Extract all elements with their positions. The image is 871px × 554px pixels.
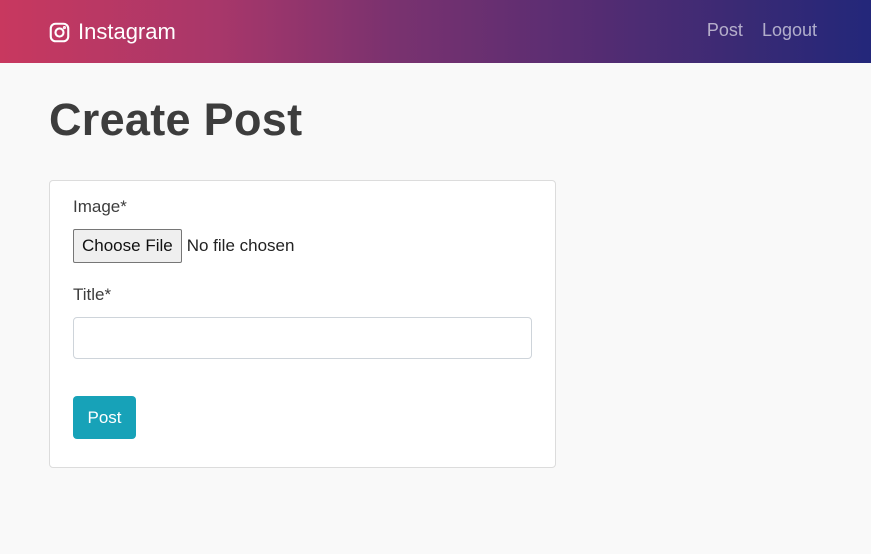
instagram-icon <box>49 22 70 43</box>
file-picker: Choose File No file chosen <box>73 229 294 263</box>
page-title: Create Post <box>49 94 303 145</box>
nav-link-post[interactable]: Post <box>707 20 743 41</box>
navbar: Instagram Post Logout <box>0 0 871 63</box>
nav-links: Post Logout <box>707 20 817 41</box>
choose-file-button[interactable]: Choose File <box>73 229 182 263</box>
brand-label: Instagram <box>78 19 176 44</box>
post-submit-button[interactable]: Post <box>73 396 136 439</box>
create-post-form: Image* Choose File No file chosen Title*… <box>49 180 556 468</box>
nav-link-logout[interactable]: Logout <box>762 20 817 41</box>
image-label: Image* <box>73 197 127 216</box>
file-status: No file chosen <box>186 236 295 255</box>
brand-link[interactable]: Instagram <box>49 18 176 46</box>
title-input[interactable] <box>73 317 532 359</box>
title-label: Title* <box>73 285 112 304</box>
